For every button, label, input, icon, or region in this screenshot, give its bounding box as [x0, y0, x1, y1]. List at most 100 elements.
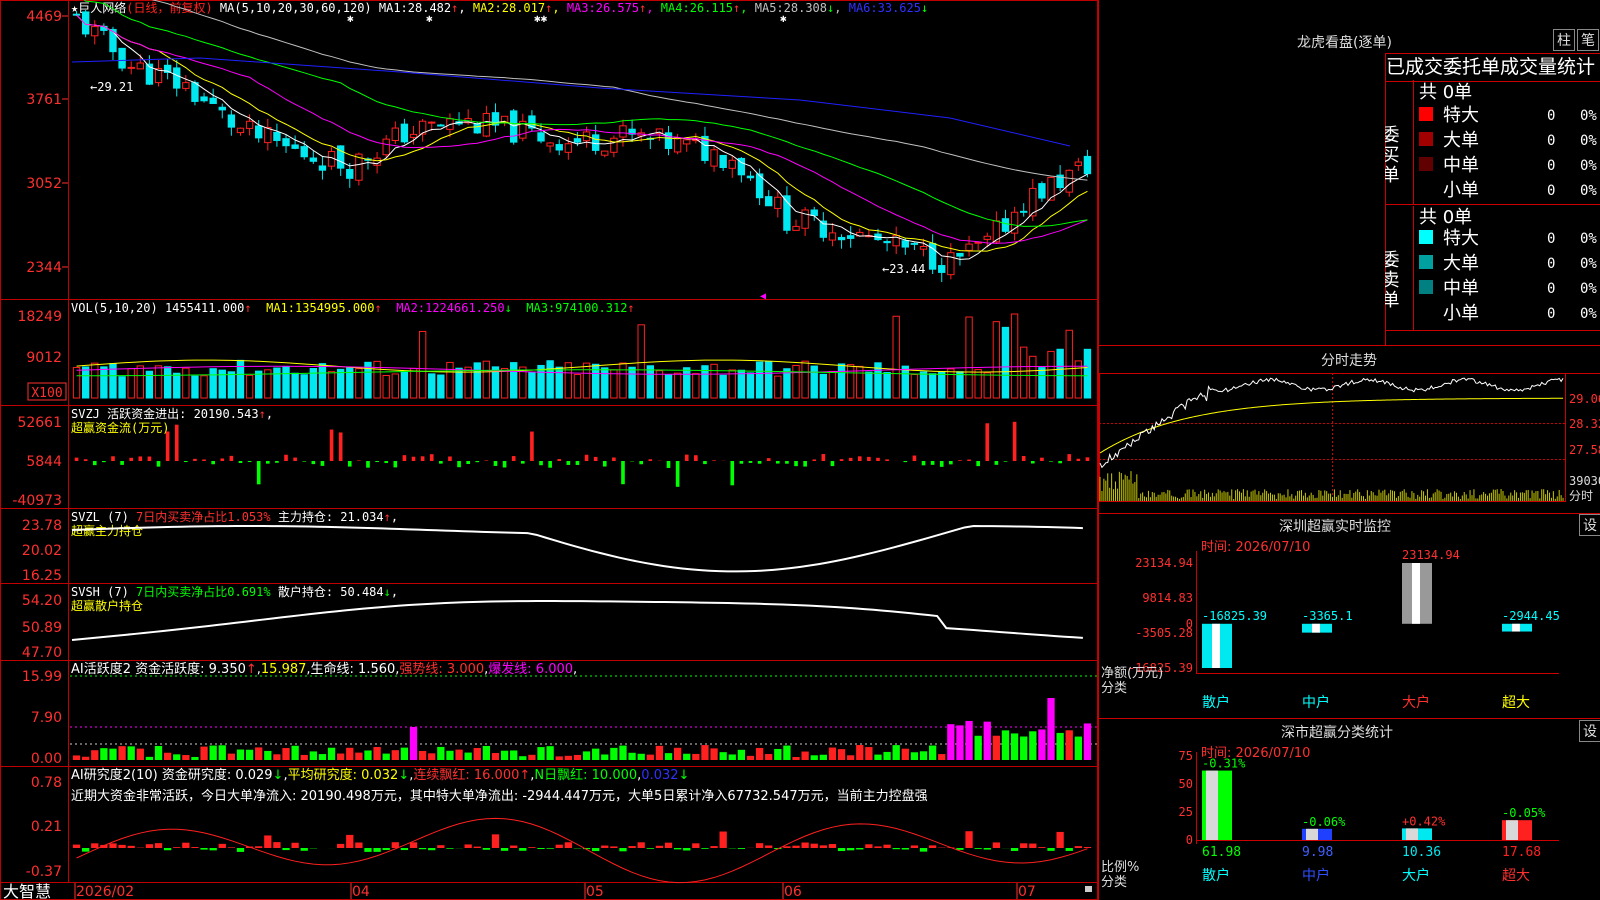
activity-bar — [227, 753, 236, 760]
lock-icon[interactable] — [1085, 886, 1092, 892]
fund-flow-bar — [238, 461, 243, 464]
classify-axis-label: 75 — [1179, 749, 1193, 763]
svsh-axis-label: 47.70 — [22, 645, 62, 661]
volume-bar — [810, 365, 818, 399]
fund-flow-bar — [511, 456, 516, 461]
candle-body — [837, 236, 846, 241]
activity-bar — [72, 755, 81, 760]
classify-category-label: 散户 — [1202, 867, 1230, 884]
candle-body — [200, 96, 208, 102]
activity-bar — [337, 753, 345, 760]
order-stats-tabs[interactable]: 已成交委托单成交量统计 — [1385, 53, 1600, 82]
date-axis-label: 04 — [352, 884, 370, 900]
fund-flow-bar — [766, 458, 771, 461]
research-bar — [910, 845, 919, 848]
candle-body — [209, 97, 217, 104]
fund-flow-bar — [1058, 461, 1062, 464]
fund-flow-bar — [557, 459, 562, 461]
candle-body — [473, 123, 481, 134]
candle-body — [309, 157, 318, 162]
research-bar — [1020, 843, 1028, 848]
fund-flow-bar — [885, 459, 889, 461]
volume-bar — [746, 372, 755, 399]
research-bar — [209, 848, 217, 851]
fund-flow-bar — [493, 461, 498, 466]
research-bar — [510, 845, 518, 848]
order-row-pct: 0% — [1580, 231, 1597, 247]
intraday-chart[interactable]: 29.06 28.32 27.58 39030 分时 — [1099, 345, 1600, 515]
research-bar — [1029, 843, 1037, 848]
fund-flow-bar — [466, 461, 470, 464]
candle-body — [619, 125, 627, 138]
classify-bar-highlight — [1506, 820, 1518, 840]
classify-change-label: +0.42% — [1402, 814, 1446, 828]
research-bar — [655, 845, 664, 848]
ai-active-axis-label: 15.99 — [22, 669, 62, 685]
volume-bar — [373, 360, 381, 399]
research-bar — [856, 848, 864, 850]
activity-bar — [100, 748, 108, 760]
research-bar — [464, 844, 472, 848]
activity-bar — [382, 753, 390, 760]
fund-flow-bar — [712, 460, 716, 461]
svsh-axis-label: 50.89 — [22, 620, 62, 636]
ai-research-header: AI研究度2(10) 资金研究度: 0.029↓,平均研究度: 0.032↓,连… — [71, 767, 689, 783]
order-row-count: 0 — [1547, 306, 1555, 322]
volume-bar — [200, 375, 208, 399]
activity-bar — [1001, 730, 1010, 760]
research-bar — [1010, 848, 1019, 851]
research-bar — [337, 843, 345, 848]
monitor-bar — [1302, 623, 1332, 633]
research-bar — [437, 845, 445, 848]
holding-line — [71, 600, 1083, 641]
activity-bar — [291, 745, 299, 760]
order-row-count: 0 — [1547, 231, 1555, 247]
monitor-axis-label: 23134.94 — [1135, 556, 1193, 570]
candle-body — [136, 62, 144, 70]
order-row-pct: 0% — [1580, 281, 1597, 297]
research-bar — [391, 842, 399, 848]
fund-flow-bar — [639, 461, 644, 465]
price-header: ★巨人网络(日线，前复权) MA(5,10,20,30,60,120) MA1:… — [71, 0, 928, 15]
ma1-value: MA1:28.482↑, — [379, 1, 466, 15]
svzj-axis-label: 5844 — [26, 454, 62, 470]
research-bar — [118, 844, 126, 848]
monitor-axis-label: -3505.28 — [1135, 626, 1193, 640]
chart-mode-pen-button[interactable]: 笔 — [1577, 29, 1599, 51]
activity-bar — [901, 748, 909, 760]
order-row-label: 中单 — [1443, 278, 1479, 299]
monitor-bar — [1502, 623, 1532, 632]
activity-bar — [154, 745, 163, 760]
chart-mode-bar-button[interactable]: 柱 — [1553, 29, 1575, 51]
kline-chart-area[interactable]: 4469 3761 3052 2344 ★巨人网络(日线，前复权) MA(5,1… — [0, 0, 1098, 900]
activity-bar — [409, 727, 418, 760]
research-bar — [592, 848, 600, 852]
classify-category-label: 中户 — [1302, 867, 1330, 884]
activity-bar — [1074, 736, 1082, 760]
svzj-axis-label: 52661 — [17, 415, 62, 431]
research-bar — [755, 843, 764, 848]
volume-bar — [409, 367, 418, 399]
research-bar — [154, 843, 163, 848]
volume-bar — [100, 366, 108, 399]
research-bar — [783, 846, 791, 848]
volume-bar — [965, 316, 973, 399]
activity-bar — [655, 745, 664, 760]
order-row-count: 0 — [1547, 281, 1555, 297]
fund-flow-bar — [930, 461, 935, 465]
activity-bar — [264, 750, 272, 760]
volume-bar — [446, 361, 454, 399]
volume-bar — [455, 367, 463, 399]
side-panel: 龙虎看盘(逐单) 柱 笔 已成交委托单成交量统计 委买单 委卖单 共 0单 共 … — [1098, 0, 1600, 900]
activity-bar — [373, 746, 381, 760]
fund-flow-bar — [92, 461, 97, 466]
activity-bar — [173, 754, 181, 760]
activity-bar — [109, 748, 117, 760]
volume-bar — [391, 373, 399, 399]
monitor-bar-label: 23134.94 — [1402, 548, 1460, 562]
intraday-axis-label: 29.06 — [1569, 392, 1600, 406]
fund-flow-bar — [448, 456, 452, 461]
price-axis-label: 4469 — [26, 9, 62, 25]
order-row-count: 0 — [1547, 256, 1555, 272]
classify-bar — [1302, 828, 1332, 840]
